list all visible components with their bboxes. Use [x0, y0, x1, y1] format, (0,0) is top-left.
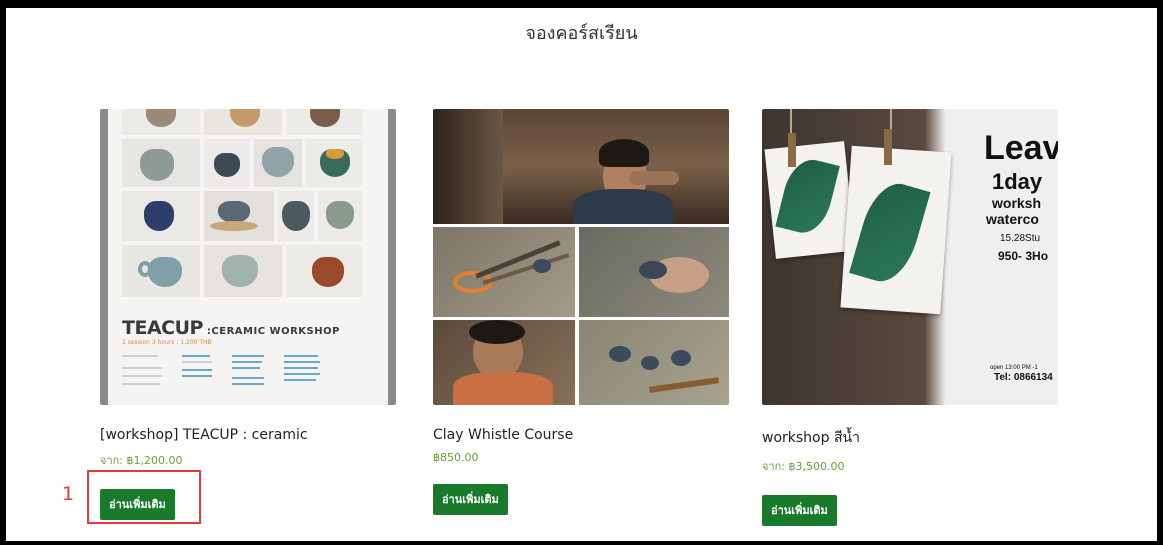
product-name[interactable]: Clay Whistle Course: [433, 427, 729, 443]
poster-line: open 13:00 PM -1: [990, 365, 1038, 371]
poster-heading: Leav: [984, 129, 1058, 167]
product-card-teacup: TEACUP :CERAMIC WORKSHOP 1 session 3 hou…: [100, 109, 396, 520]
product-image-watercolor[interactable]: Leav 1day worksh waterco 15.28Stu 950- 3…: [762, 109, 1058, 405]
poster-subtitle: 1 session 3 hours : 1,200 THB: [122, 339, 212, 346]
read-more-button[interactable]: อ่านเพิ่มเติม: [762, 495, 837, 526]
read-more-button[interactable]: อ่านเพิ่มเติม: [433, 484, 508, 515]
poster-title: TEACUP :CERAMIC WORKSHOP: [122, 317, 340, 339]
product-price: ฿850.00: [433, 451, 479, 464]
poster-line: Tel: 0866134: [994, 372, 1053, 383]
annotation-number: 1: [62, 483, 75, 505]
poster-line: waterco: [986, 211, 1039, 227]
product-price: จาก: ฿1,200.00: [100, 454, 183, 467]
product-name[interactable]: workshop สีน้ำ: [762, 427, 1058, 449]
product-card-clay-whistle: Clay Whistle Course ฿850.00 อ่านเพิ่มเติ…: [433, 109, 729, 515]
page-title: จองคอร์สเรียน: [525, 23, 638, 44]
poster-line: 950- 3Ho: [998, 249, 1049, 263]
product-card-watercolor: Leav 1day worksh waterco 15.28Stu 950- 3…: [762, 109, 1058, 526]
product-name[interactable]: [workshop] TEACUP : ceramic: [100, 427, 396, 443]
poster-line: worksh: [992, 195, 1042, 211]
read-more-button[interactable]: อ่านเพิ่มเติม: [100, 489, 175, 520]
page-frame: จองคอร์สเรียน TEACUP:CERAMIC WORKSHOP 1…: [6, 8, 1157, 541]
poster-line: 1day: [992, 169, 1043, 194]
product-image-teacup[interactable]: TEACUP :CERAMIC WORKSHOP 1 session 3 hou…: [100, 109, 396, 405]
product-image-clay-whistle[interactable]: [433, 109, 729, 405]
poster-line: 15.28Stu: [1000, 233, 1041, 244]
product-price: จาก: ฿3,500.00: [762, 460, 845, 473]
